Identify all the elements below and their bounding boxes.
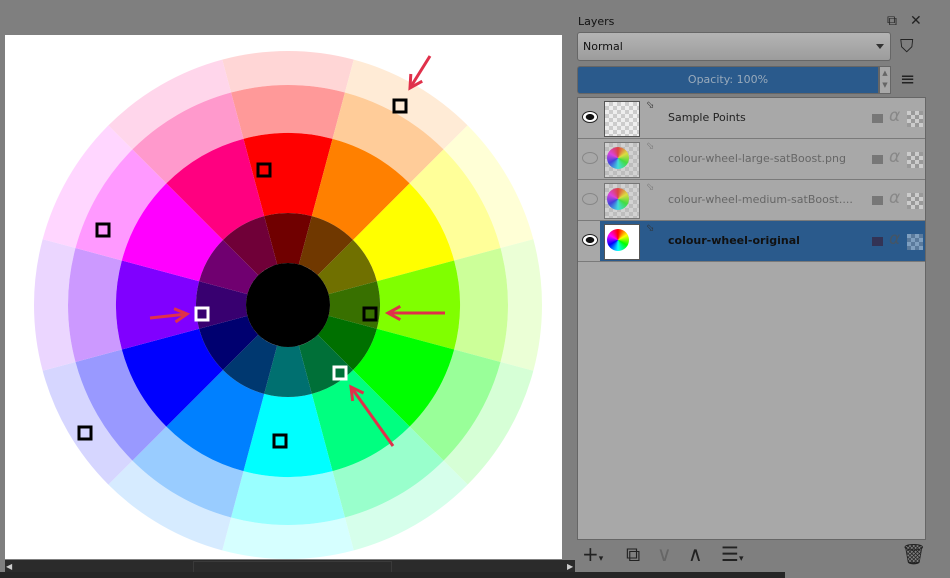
blend-mode-select[interactable]: Normal [577, 32, 891, 61]
layer-thumbnail [604, 142, 640, 178]
transparency-icon[interactable] [907, 152, 923, 168]
colour-wheel [34, 51, 542, 559]
lock-icon[interactable] [872, 237, 883, 246]
lock-icon[interactable] [872, 114, 883, 123]
wheel-segment [67, 248, 122, 362]
visibility-eye-icon[interactable] [582, 111, 598, 123]
red-arrow [408, 55, 432, 91]
duplicate-layer-icon[interactable]: ⧉ [626, 542, 640, 566]
transparency-icon[interactable] [907, 234, 923, 250]
wheel-segment [231, 85, 345, 139]
status-bar [0, 572, 785, 578]
lock-icon[interactable] [872, 196, 883, 205]
inherit-alpha-icon: ⬂ [646, 141, 655, 152]
scroll-right-icon[interactable]: ▶ [567, 562, 573, 571]
lock-icon[interactable] [872, 155, 883, 164]
layer-properties-icon[interactable]: ☰▾ [721, 542, 743, 566]
wheel-segment [454, 248, 509, 362]
inherit-alpha-icon: ⬂ [646, 223, 655, 234]
alpha-icon[interactable]: α [889, 188, 900, 208]
layer-row-original[interactable]: ⬂ colour-wheel-original α [578, 221, 925, 262]
layer-row-medium-satboost[interactable]: ⬂ colour-wheel-medium-satBoost.... α [578, 180, 925, 221]
add-layer-icon[interactable]: +▾ [582, 542, 603, 566]
horizontal-scrollbar[interactable]: ◀ ▶ [5, 560, 575, 573]
layer-thumbnail [604, 183, 640, 219]
delete-layer-icon[interactable]: 🗑 [901, 542, 926, 566]
image-canvas[interactable] [5, 35, 562, 559]
alpha-icon[interactable]: α [889, 147, 900, 167]
chevron-down-icon [876, 44, 884, 53]
alpha-icon[interactable]: α [889, 106, 900, 126]
inherit-alpha-icon: ⬂ [646, 182, 655, 193]
opacity-spinner[interactable]: ▲ ▼ [879, 66, 891, 94]
transparency-icon[interactable] [907, 111, 923, 127]
scroll-left-icon[interactable]: ◀ [6, 562, 12, 571]
blend-mode-value: Normal [583, 40, 623, 53]
layer-name: colour-wheel-medium-satBoost.... [668, 193, 853, 206]
alpha-icon[interactable]: α [889, 229, 900, 249]
transparency-icon[interactable] [907, 193, 923, 209]
layer-list: ⬂ Sample Points α ⬂ colour-wheel-large-s… [577, 97, 926, 540]
layer-name: colour-wheel-original [668, 234, 800, 247]
float-panel-icon[interactable]: ⧉ [887, 13, 897, 29]
move-down-icon[interactable]: ∨ [657, 542, 672, 566]
visibility-eye-icon[interactable] [582, 193, 598, 205]
layer-row-large-satboost[interactable]: ⬂ colour-wheel-large-satBoost.png α [578, 139, 925, 180]
close-icon[interactable]: ✕ [910, 13, 922, 29]
layer-name: colour-wheel-large-satBoost.png [668, 152, 846, 165]
layer-thumbnail [604, 101, 640, 137]
layer-thumbnail [604, 224, 640, 260]
visibility-eye-icon[interactable] [582, 234, 598, 246]
filter-icon[interactable]: ⛉ [900, 36, 914, 57]
move-up-icon[interactable]: ∧ [688, 542, 703, 566]
inherit-alpha-icon: ⬂ [646, 100, 655, 111]
wheel-segment [231, 471, 345, 525]
layer-row-sample-points[interactable]: ⬂ Sample Points α [578, 98, 925, 139]
wheel-center [246, 263, 330, 347]
opacity-slider[interactable]: Opacity: 100% [577, 66, 879, 94]
layer-name: Sample Points [668, 111, 746, 124]
menu-icon[interactable]: ≡ [900, 69, 915, 90]
visibility-eye-icon[interactable] [582, 152, 598, 164]
panel-title: Layers [578, 15, 615, 28]
